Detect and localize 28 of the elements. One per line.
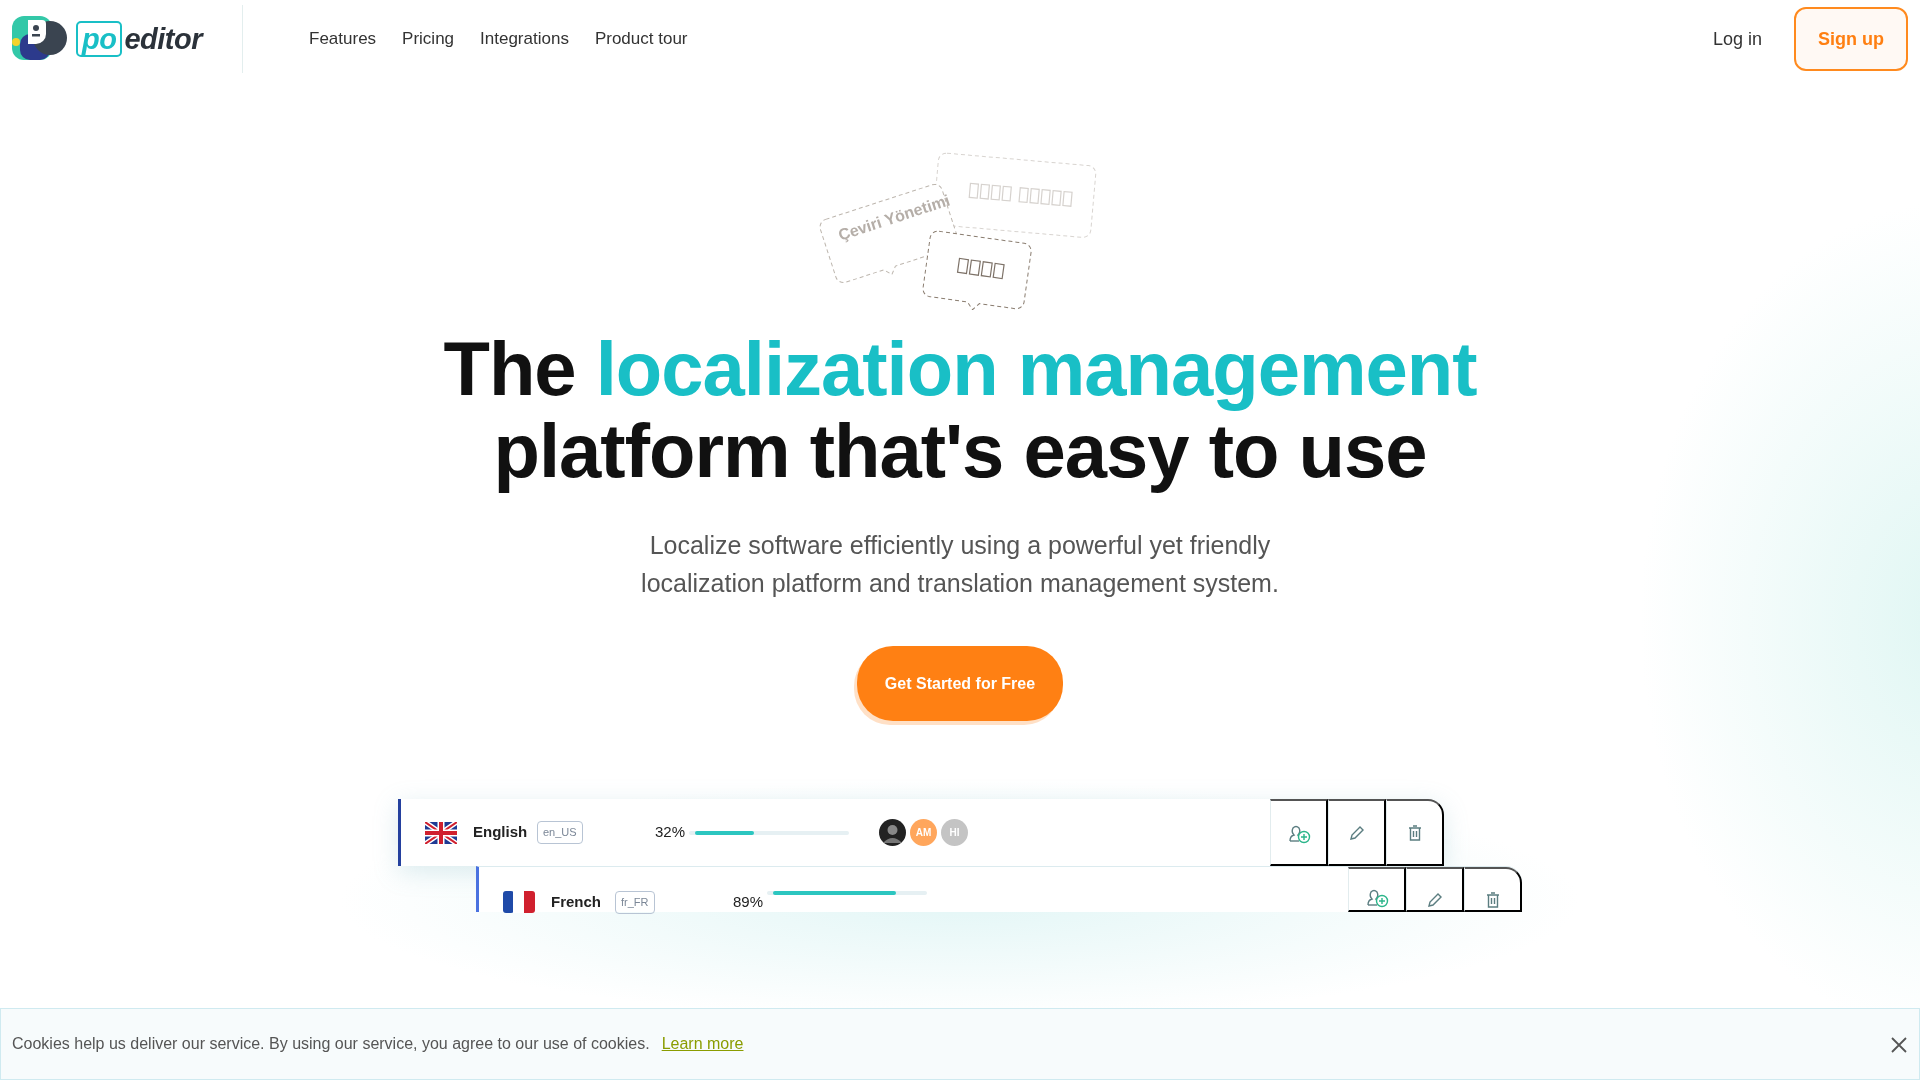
language-code: fr_FR <box>615 891 655 914</box>
add-user-icon[interactable] <box>1270 799 1328 866</box>
nav-link[interactable]: Product tour <box>594 26 688 52</box>
hero-headline: The localization management platform that's easy to use <box>442 328 1478 492</box>
progress-percent: 32% <box>653 822 685 843</box>
pencil-icon[interactable] <box>1328 799 1386 866</box>
user-avatar: AM <box>910 819 937 846</box>
trash-icon[interactable] <box>1386 799 1444 866</box>
cookie-notice-text: Cookies help us deliver our service. By using our service, you agree to our use of cookies. <box>12 1034 650 1054</box>
hero-subtitle: Localize software efficiently using a powerful yet friendly localization platform and translation management system. <box>640 530 1280 599</box>
language-name: English <box>473 822 529 843</box>
add-user-icon[interactable] <box>1348 867 1406 912</box>
user-avatar: HI <box>941 819 968 846</box>
language-name: French <box>551 892 602 912</box>
language-row[interactable]: English en_US 32% AM HI <box>398 799 1444 866</box>
logo-wordmark[interactable]: po editor <box>76 21 202 57</box>
flag-icon <box>425 821 457 844</box>
nav-link[interactable]: Pricing <box>402 26 455 52</box>
language-code: en_US <box>537 821 583 844</box>
logo-icon[interactable] <box>12 16 68 62</box>
nav-link[interactable]: Integrations <box>480 26 569 52</box>
flag-icon <box>503 891 535 913</box>
pencil-icon[interactable] <box>1406 867 1464 912</box>
nav-link[interactable]: Features <box>309 26 377 52</box>
progress-percent: 89% <box>731 892 763 912</box>
trash-icon[interactable] <box>1464 867 1522 912</box>
login-link[interactable]: Log in <box>1712 25 1762 53</box>
language-row[interactable]: French fr_FR 89% <box>476 866 1522 912</box>
